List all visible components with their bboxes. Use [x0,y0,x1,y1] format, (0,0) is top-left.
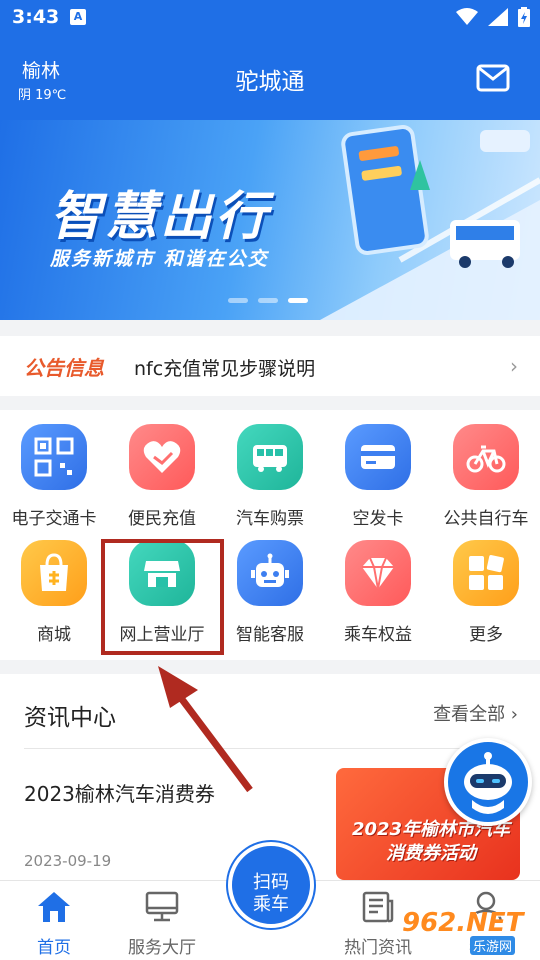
notification-icon: A [70,9,86,25]
bicycle-icon [453,424,519,490]
service-label: 乘车权益 [344,625,412,645]
scan-button-line2: 乘车 [253,894,289,915]
service-bicycle[interactable]: 公共自行车 [432,410,540,529]
mail-icon[interactable] [476,64,510,92]
service-smart-support[interactable]: 智能客服 [216,526,324,645]
service-more[interactable]: 更多 [432,526,540,645]
card-icon [345,424,411,490]
robot-icon [237,540,303,606]
service-recharge[interactable]: 便民充值 [108,410,216,529]
banner-title: 智慧出行 [50,187,271,247]
service-ride-benefits[interactable]: 乘车权益 [324,526,432,645]
view-all-link[interactable]: 查看全部 › [433,700,518,726]
status-time: 3:43 [12,6,60,28]
service-e-card[interactable]: 电子交通卡 [0,410,108,529]
nav-label: 服务大厅 [128,938,196,958]
annotation-arrow-icon [158,666,253,793]
home-icon [38,892,70,922]
watermark-main: 962.NET [402,908,524,938]
promo-banner[interactable]: 智慧出行 服务新城市 和谐在公交 [0,120,540,320]
service-card-issue[interactable]: 空发卡 [324,410,432,529]
watermark-logo: 962.NET 乐游网 [398,908,536,956]
grid-icon [453,540,519,606]
service-label: 更多 [469,625,503,645]
services-grid: 电子交通卡 便民充值 汽车购票 空发卡 公共自行车 商城 网上营业厅 智能客服 … [0,410,540,660]
notice-tag: 公告信息 [24,356,104,380]
notice-text[interactable]: nfc充值常见步骤说明 [134,354,315,381]
signal-icon [488,8,508,26]
robot-assistant-button[interactable] [444,738,532,826]
app-header: 榆林 阴 19℃ 驼城通 [0,36,540,120]
wifi-icon [456,8,478,25]
nav-home[interactable]: 首页 [0,881,108,960]
status-bar: 3:43 A [0,0,540,36]
scan-to-ride-button[interactable]: 扫码 乘车 [228,842,314,928]
carousel-dot[interactable] [258,298,278,303]
watermark-sub: 乐游网 [470,936,516,955]
nav-label: 首页 [37,938,71,958]
news-icon [362,891,394,923]
service-mall[interactable]: 商城 [0,526,108,645]
city-illustration [320,125,540,320]
banner-subtitle: 服务新城市 和谐在公交 [50,248,269,270]
notice-bar[interactable]: 公告信息 nfc充值常见步骤说明 › [0,336,540,396]
monitor-icon [145,891,179,922]
nav-service-hall[interactable]: 服务大厅 [108,881,216,960]
bus-icon [237,424,303,490]
news-section-title: 资讯中心 [24,705,116,731]
diamond-icon [345,540,411,606]
robot-icon [464,752,512,814]
service-label: 智能客服 [236,625,304,645]
battery-icon [518,7,530,27]
heart-hand-icon [129,424,195,490]
app-title: 驼城通 [235,69,305,95]
carousel-dots [228,298,308,303]
status-icons [456,7,530,27]
chevron-right-icon: › [510,354,518,378]
service-label: 商城 [37,625,71,645]
service-bus-ticket[interactable]: 汽车购票 [216,410,324,529]
shopping-bag-icon [21,540,87,606]
divider [24,748,516,749]
annotation-highlight-box [101,539,224,655]
carousel-dot[interactable] [228,298,248,303]
qr-code-icon [21,424,87,490]
news-item-date: 2023-09-19 [24,852,112,870]
carousel-dot-active[interactable] [288,298,308,303]
